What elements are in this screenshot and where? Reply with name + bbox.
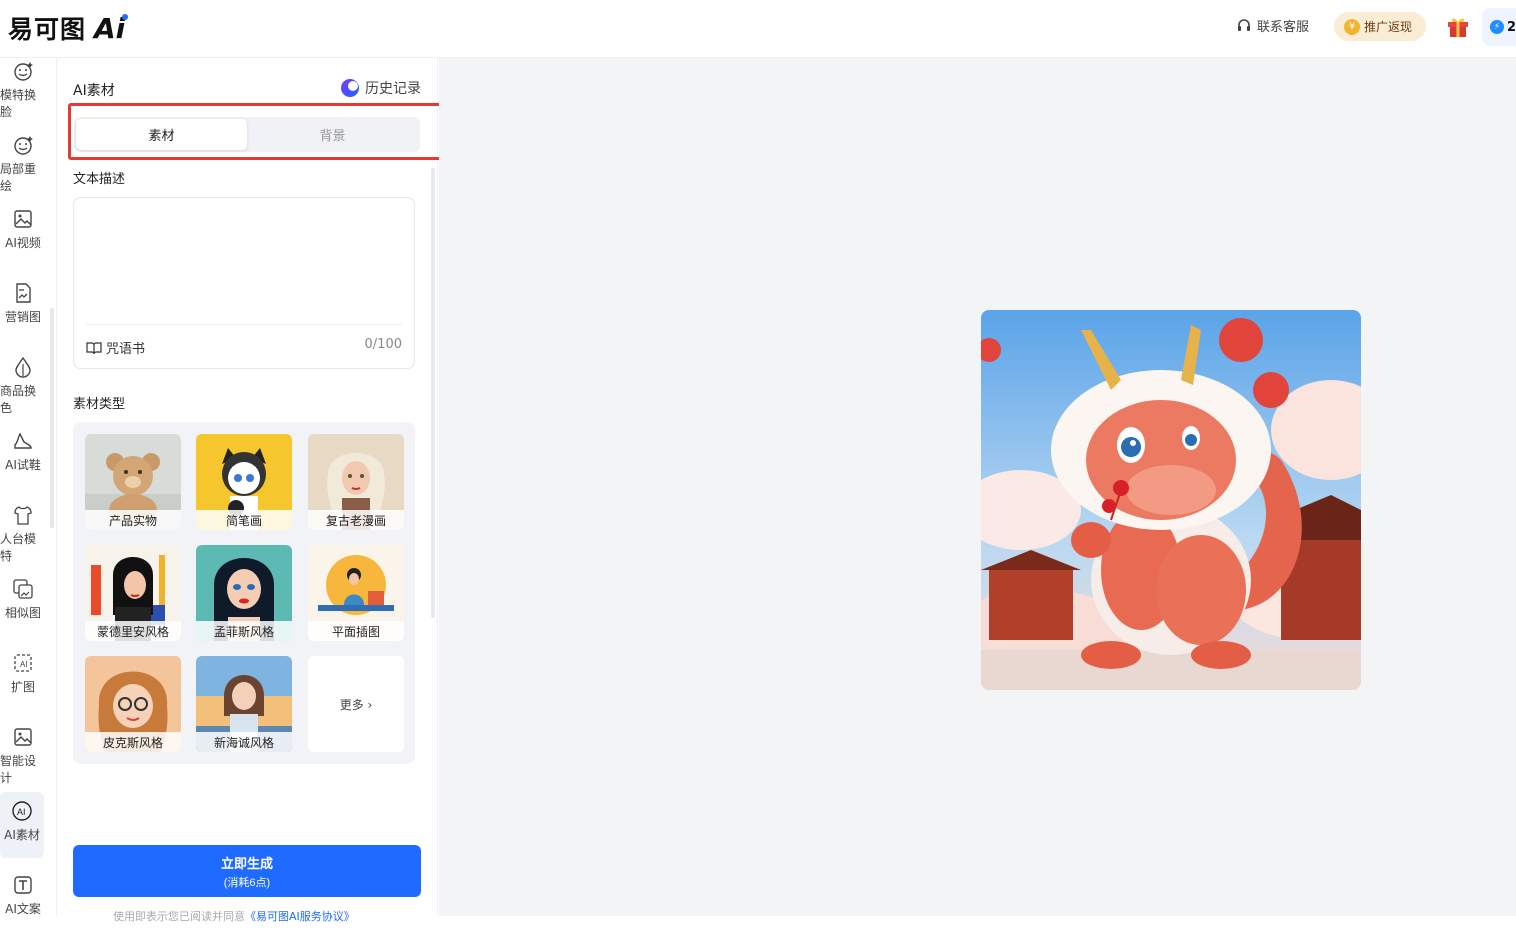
promo-label: 推广返现 <box>1364 20 1413 34</box>
smart-design-icon <box>14 728 32 746</box>
rail-item-smart-design[interactable]: 智能设计 <box>0 726 46 788</box>
style-caption: 蒙德里安风格 <box>85 621 181 641</box>
similar-image-icon <box>13 579 33 599</box>
material-type-label: 素材类型 <box>73 397 126 412</box>
rail-item-similar[interactable]: 相似图 <box>0 578 46 640</box>
open-book-icon <box>86 341 102 354</box>
style-caption: 复古老漫画 <box>308 510 404 530</box>
generate-cost: (消耗6点) <box>223 876 271 889</box>
generate-button[interactable]: 立即生成 (消耗6点) <box>73 845 421 897</box>
lightning-icon: ⚡ <box>1490 20 1504 34</box>
rail-item-ai-shoes[interactable]: AI试鞋 <box>0 430 46 492</box>
terms-notice: 使用即表示您已阅读并同意《易可图AI服务协议》 <box>113 908 355 924</box>
style-caption: 平面插图 <box>308 621 404 641</box>
generate-label: 立即生成 <box>220 855 273 871</box>
rail-scrollbar[interactable] <box>50 308 54 528</box>
contact-support-link[interactable]: 联系客服 <box>1236 16 1309 35</box>
rail-item-recolor[interactable]: 商品换色 <box>0 356 46 418</box>
style-caption: 皮克斯风格 <box>85 732 181 752</box>
prompt-textarea[interactable] <box>84 208 404 318</box>
textarea-divider <box>86 324 402 325</box>
prompt-textarea-box: 咒语书 0/100 <box>73 197 415 369</box>
style-grid: 产品实物 简笔画 复古老漫画 蒙德里安风格 孟菲斯风格 平面插图 皮克斯风格 新… <box>73 422 415 764</box>
rail-item-local-redraw[interactable]: 局部重绘 <box>0 134 46 196</box>
rail-item-ai-copy[interactable]: AI文案 <box>0 874 46 936</box>
style-caption: 新海诚风格 <box>196 732 292 752</box>
rail-item-marketing[interactable]: 营销图 <box>0 282 46 344</box>
tab-background[interactable]: 背景 <box>247 119 418 150</box>
terms-link[interactable]: 《易可图AI服务协议》 <box>245 910 355 923</box>
style-caption: 简笔画 <box>196 510 292 530</box>
text-desc-label: 文本描述 <box>73 172 126 187</box>
points-value: 2 <box>1507 19 1516 35</box>
image-frame-icon <box>14 210 32 228</box>
terms-prefix: 使用即表示您已阅读并同意 <box>113 910 245 923</box>
points-balance[interactable]: ⚡ 2 <box>1482 8 1516 46</box>
panel-scrollbar[interactable] <box>431 168 435 618</box>
smile-sparkle-icon <box>14 62 33 81</box>
high-heel-icon <box>14 432 32 449</box>
panel-title: AI素材 <box>73 83 115 99</box>
style-card-memphis[interactable]: 孟菲斯风格 <box>196 545 292 641</box>
left-nav-rail: 模特换脸 局部重绘 AI视频 营销图 商品换色 AI试鞋 人台模特 相似图 AI… <box>0 58 57 916</box>
text-t-icon <box>14 876 32 894</box>
rail-item-ai-video[interactable]: AI视频 <box>0 208 46 270</box>
history-label: 历史记录 <box>365 81 421 97</box>
expand-ai-icon: AI <box>14 654 32 672</box>
history-moon-icon <box>341 79 359 97</box>
spellbook-label: 咒语书 <box>106 342 146 357</box>
ai-material-panel: AI素材 历史记录 素材 背景 文本描述 咒语书 0/100 素材类型 产品实物… <box>58 58 444 923</box>
ai-circle-icon: AI <box>12 801 32 821</box>
tab-material[interactable]: 素材 <box>76 119 247 150</box>
more-styles-button[interactable]: 更多 › <box>308 656 404 752</box>
logo-ai-mark: Ai <box>94 12 129 45</box>
smile-sparkle-icon <box>14 136 33 155</box>
history-button[interactable]: 历史记录 <box>341 78 421 98</box>
style-card-product[interactable]: 产品实物 <box>85 434 181 530</box>
rail-item-mannequin[interactable]: 人台模特 <box>0 504 46 566</box>
style-card-mondrian[interactable]: 蒙德里安风格 <box>85 545 181 641</box>
headset-icon <box>1238 18 1250 31</box>
material-background-tabs: 素材 背景 <box>74 117 420 152</box>
svg-text:AI: AI <box>17 807 26 817</box>
style-card-flat-illustration[interactable]: 平面插图 <box>308 545 404 641</box>
style-card-pixar[interactable]: 皮克斯风格 <box>85 656 181 752</box>
preview-canvas <box>439 58 1516 916</box>
gift-icon[interactable] <box>1446 14 1470 42</box>
generated-dragon-image[interactable] <box>981 310 1361 690</box>
top-header: 易可图 Ai 联系客服 ¥ 推广返现 ⚡ 2 <box>0 0 1516 58</box>
logo-text: 易可图 <box>8 15 87 44</box>
style-card-shinkai[interactable]: 新海诚风格 <box>196 656 292 752</box>
svg-text:AI: AI <box>20 660 28 669</box>
color-drop-icon <box>15 356 31 378</box>
app-logo[interactable]: 易可图 Ai <box>8 10 129 46</box>
style-card-retro-comic[interactable]: 复古老漫画 <box>308 434 404 530</box>
char-counter: 0/100 <box>364 337 402 352</box>
coin-icon: ¥ <box>1344 18 1360 35</box>
document-image-icon <box>16 283 31 303</box>
rail-item-expand[interactable]: AI 扩图 <box>0 652 46 714</box>
rail-item-ai-material[interactable]: AI AI素材 <box>0 792 44 858</box>
style-caption: 孟菲斯风格 <box>196 621 292 641</box>
style-caption: 产品实物 <box>85 510 181 530</box>
rail-item-face-swap[interactable]: 模特换脸 <box>0 60 46 122</box>
mannequin-icon <box>14 506 32 525</box>
support-label: 联系客服 <box>1257 20 1310 35</box>
spellbook-button[interactable]: 咒语书 <box>86 338 145 357</box>
style-card-sketch[interactable]: 简笔画 <box>196 434 292 530</box>
promo-cashback-button[interactable]: ¥ 推广返现 <box>1334 12 1426 41</box>
